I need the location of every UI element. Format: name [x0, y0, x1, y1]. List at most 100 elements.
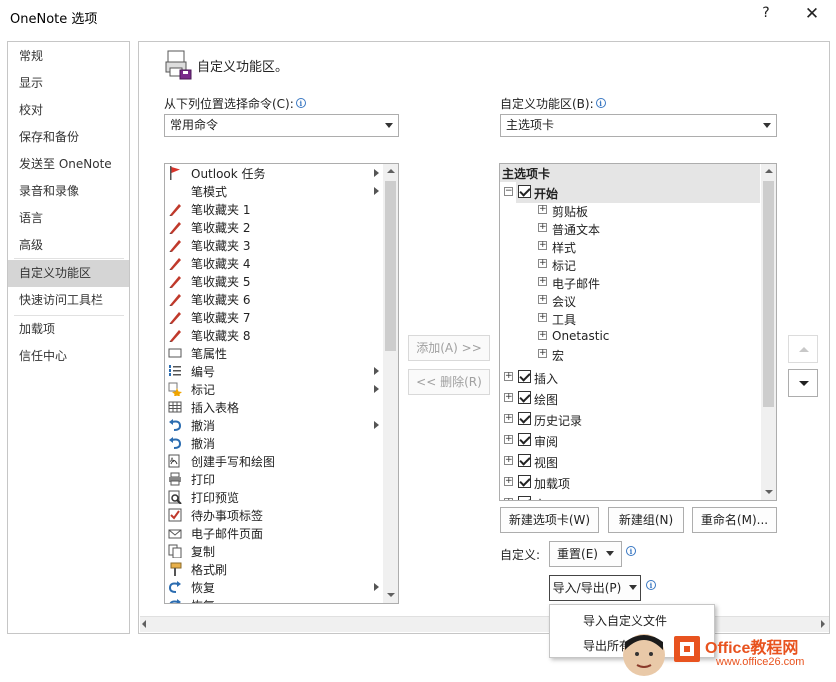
command-item[interactable]: 笔收藏夹 2	[165, 218, 381, 236]
command-item[interactable]: 笔收藏夹 1	[165, 200, 381, 218]
tree-group-row[interactable]: + 会议	[536, 291, 756, 309]
command-item[interactable]: 笔收藏夹 7	[165, 308, 381, 326]
expand-icon[interactable]: +	[538, 241, 547, 250]
command-item[interactable]: 编号	[165, 362, 381, 380]
tree-tab-row[interactable]: + 绘图	[500, 388, 760, 409]
scroll-thumb[interactable]	[763, 181, 774, 407]
import-export-button[interactable]: 导入/导出(P)	[549, 575, 641, 601]
scroll-down-arrow[interactable]	[383, 588, 398, 603]
tab-checkbox[interactable]	[518, 454, 531, 467]
command-item[interactable]: Outlook 任务	[165, 164, 381, 182]
remove-button[interactable]: << 删除(R)	[408, 369, 490, 395]
tree-group-row[interactable]: + 剪贴板	[536, 201, 756, 219]
nav-item-customize-ribbon[interactable]: 自定义功能区	[8, 260, 129, 287]
tree-scrollbar[interactable]	[761, 164, 776, 500]
commands-list[interactable]: Outlook 任务 笔模式 笔收藏夹 1 笔收藏夹 2 笔收藏夹 3 笔收藏夹 4 笔收藏…	[164, 163, 399, 604]
expand-icon[interactable]: +	[504, 477, 513, 486]
expand-icon[interactable]: +	[538, 277, 547, 286]
scroll-up-arrow[interactable]	[761, 164, 776, 179]
expand-icon[interactable]: +	[538, 295, 547, 304]
ribbon-tree[interactable]: 主选项卡 − 开始 + 剪贴板 + 普通文本 + 样式 + 标记 + 电子邮件 + 会议 + 工具 + Oneta…	[499, 163, 777, 501]
move-up-button[interactable]	[788, 335, 818, 363]
expand-icon[interactable]: +	[538, 313, 547, 322]
add-button[interactable]: 添加(A) >>	[408, 335, 490, 361]
nav-item-trust-center[interactable]: 信任中心	[8, 344, 129, 368]
command-item[interactable]: 电子邮件页面	[165, 524, 381, 542]
command-item[interactable]: 笔属性	[165, 344, 381, 362]
move-down-button[interactable]	[788, 369, 818, 397]
tree-tab-row[interactable]: − 开始	[504, 182, 760, 203]
menu-item-import-file[interactable]: 导入自定义文件	[583, 612, 667, 629]
tree-group-row[interactable]: + 电子邮件	[536, 273, 756, 291]
expand-icon[interactable]: +	[538, 259, 547, 268]
expand-icon[interactable]: +	[538, 331, 547, 340]
scroll-left-arrow[interactable]	[142, 620, 146, 628]
command-item[interactable]: 复制	[165, 542, 381, 560]
scroll-down-arrow[interactable]	[761, 485, 776, 500]
expand-icon[interactable]: +	[504, 456, 513, 465]
tree-tab-row[interactable]: + 加载项	[500, 472, 760, 493]
scroll-right-arrow[interactable]	[821, 620, 825, 628]
tab-checkbox[interactable]	[518, 475, 531, 488]
tab-checkbox[interactable]	[518, 185, 531, 198]
commands-scrollbar[interactable]	[383, 164, 398, 603]
tree-group-row[interactable]: + 样式	[536, 237, 756, 255]
tab-checkbox[interactable]	[518, 370, 531, 383]
tab-checkbox[interactable]	[518, 496, 531, 500]
expand-icon[interactable]: +	[538, 349, 547, 358]
collapse-icon[interactable]: −	[504, 187, 513, 196]
tree-tab-row[interactable]: + 插入	[500, 367, 760, 388]
command-item[interactable]: A 创建手写和绘图	[165, 452, 381, 470]
expand-icon[interactable]: +	[504, 498, 513, 500]
command-item[interactable]: 插入表格	[165, 398, 381, 416]
choose-commands-combo[interactable]: 常用命令	[164, 114, 399, 137]
tree-group-row[interactable]: + 工具	[536, 309, 756, 327]
command-item[interactable]: 笔收藏夹 4	[165, 254, 381, 272]
new-group-button[interactable]: 新建组(N)	[608, 507, 684, 533]
info-icon[interactable]: i	[626, 546, 636, 556]
new-tab-button[interactable]: 新建选项卡(W)	[500, 507, 599, 533]
command-item[interactable]: 打印预览	[165, 488, 381, 506]
nav-item-send-to-onenote[interactable]: 发送至 OneNote	[8, 152, 129, 176]
close-button[interactable]: ✕	[800, 4, 824, 28]
command-item[interactable]: 撤消	[165, 434, 381, 452]
expand-icon[interactable]: +	[504, 435, 513, 444]
expand-icon[interactable]: +	[504, 414, 513, 423]
nav-item-addins[interactable]: 加载项	[8, 317, 129, 341]
command-item[interactable]: 笔收藏夹 6	[165, 290, 381, 308]
command-item[interactable]: 笔收藏夹 5	[165, 272, 381, 290]
command-item[interactable]: 待办事项标签	[165, 506, 381, 524]
command-item[interactable]: 标记	[165, 380, 381, 398]
tree-group-row[interactable]: + 普通文本	[536, 219, 756, 237]
nav-item-language[interactable]: 语言	[8, 206, 129, 230]
tab-checkbox[interactable]	[518, 391, 531, 404]
info-icon[interactable]: i	[595, 98, 606, 108]
tree-group-row[interactable]: + Onetastic	[536, 327, 756, 345]
expand-icon[interactable]: +	[504, 372, 513, 381]
tree-tab-row[interactable]: + 历史记录	[500, 409, 760, 430]
scroll-thumb[interactable]	[385, 181, 396, 351]
scroll-up-arrow[interactable]	[383, 164, 398, 179]
customize-ribbon-combo[interactable]: 主选项卡	[500, 114, 777, 137]
command-item[interactable]: 笔模式	[165, 182, 381, 200]
tree-group-row[interactable]: + 宏	[536, 345, 756, 363]
info-icon[interactable]: i	[295, 98, 306, 108]
tree-tab-row[interactable]: + 视图	[500, 451, 760, 472]
expand-icon[interactable]: +	[504, 393, 513, 402]
expand-icon[interactable]: +	[538, 205, 547, 214]
tree-tab-row[interactable]: +宏	[500, 493, 760, 500]
command-item[interactable]: 格式刷	[165, 560, 381, 578]
command-item[interactable]: 撤消	[165, 416, 381, 434]
help-button[interactable]: ?	[756, 5, 776, 27]
tree-group-row[interactable]: + 标记	[536, 255, 756, 273]
nav-item-proofing[interactable]: 校对	[8, 98, 129, 122]
command-item[interactable]: 打印	[165, 470, 381, 488]
command-item[interactable]: 笔收藏夹 8	[165, 326, 381, 344]
expand-icon[interactable]: +	[538, 223, 547, 232]
info-icon[interactable]: i	[646, 580, 656, 590]
tab-checkbox[interactable]	[518, 412, 531, 425]
nav-item-display[interactable]: 显示	[8, 71, 129, 95]
nav-item-quick-access-toolbar[interactable]: 快速访问工具栏	[8, 288, 129, 312]
command-item[interactable]: 笔收藏夹 3	[165, 236, 381, 254]
rename-button[interactable]: 重命名(M)...	[692, 507, 777, 533]
